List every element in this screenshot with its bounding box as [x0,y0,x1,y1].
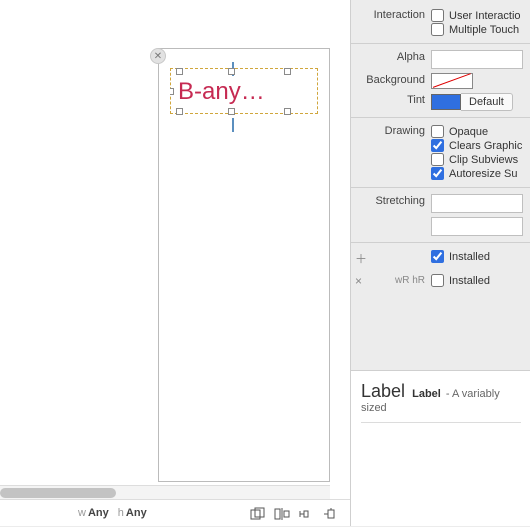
clears-graphics-checkbox[interactable]: Clears Graphic [431,139,530,152]
opaque-checkbox[interactable]: Opaque [431,125,530,138]
align-icon[interactable] [274,507,290,521]
multiple-touch-checkbox[interactable]: Multiple Touch [431,23,530,36]
clip-subviews-checkbox[interactable]: Clip Subviews [431,153,530,166]
selected-label[interactable]: B-any… [178,78,265,106]
background-label: Background [351,73,431,86]
stretching-label: Stretching [351,194,431,207]
resize-cursor-bottom [232,118,234,132]
canvas-area[interactable]: ✕ B-any… wAny hAny [0,0,350,526]
installed-checkbox[interactable]: Installed [431,250,530,263]
pin-icon[interactable] [298,507,314,521]
stretching-field-2[interactable] [431,217,523,236]
drawing-label: Drawing [351,124,431,137]
embed-in-icon[interactable] [250,507,266,521]
size-class-trait: wR hR [395,275,425,286]
handle-bl[interactable] [176,108,183,115]
horizontal-scrollbar[interactable] [0,485,330,499]
handle-br[interactable] [284,108,291,115]
scrollbar-thumb[interactable] [0,488,116,498]
remove-trait-icon[interactable]: × [355,274,362,288]
background-swatch[interactable] [431,73,473,89]
handle-tr[interactable] [284,68,291,75]
resolve-issues-icon[interactable] [322,507,338,521]
add-trait-icon[interactable]: ＋ [355,250,367,267]
handle-tl[interactable] [176,68,183,75]
library-item-subtitle: Label [412,388,441,400]
handle-tc[interactable] [228,68,235,75]
close-icon[interactable]: ✕ [150,48,166,64]
alpha-field[interactable] [431,50,523,69]
installed-trait-checkbox[interactable]: Installed [431,274,530,287]
tint-default-button[interactable]: Default [461,93,513,111]
autoresize-checkbox[interactable]: Autoresize Su [431,167,530,180]
tint-label: Tint [351,93,431,106]
interaction-label: Interaction [351,8,431,21]
inspector-panel: Interaction User Interactio Multiple Tou… [350,0,530,526]
object-library[interactable]: Label Label - A variably sized [351,370,530,526]
handle-bc[interactable] [228,108,235,115]
library-item-title: Label [361,381,405,401]
stretching-field[interactable] [431,194,523,213]
handle-ml[interactable] [170,88,174,95]
alpha-label: Alpha [351,50,431,63]
size-class-indicator[interactable]: wAny hAny [78,507,153,519]
canvas-footer: wAny hAny [0,499,350,526]
user-interaction-checkbox[interactable]: User Interactio [431,9,530,22]
